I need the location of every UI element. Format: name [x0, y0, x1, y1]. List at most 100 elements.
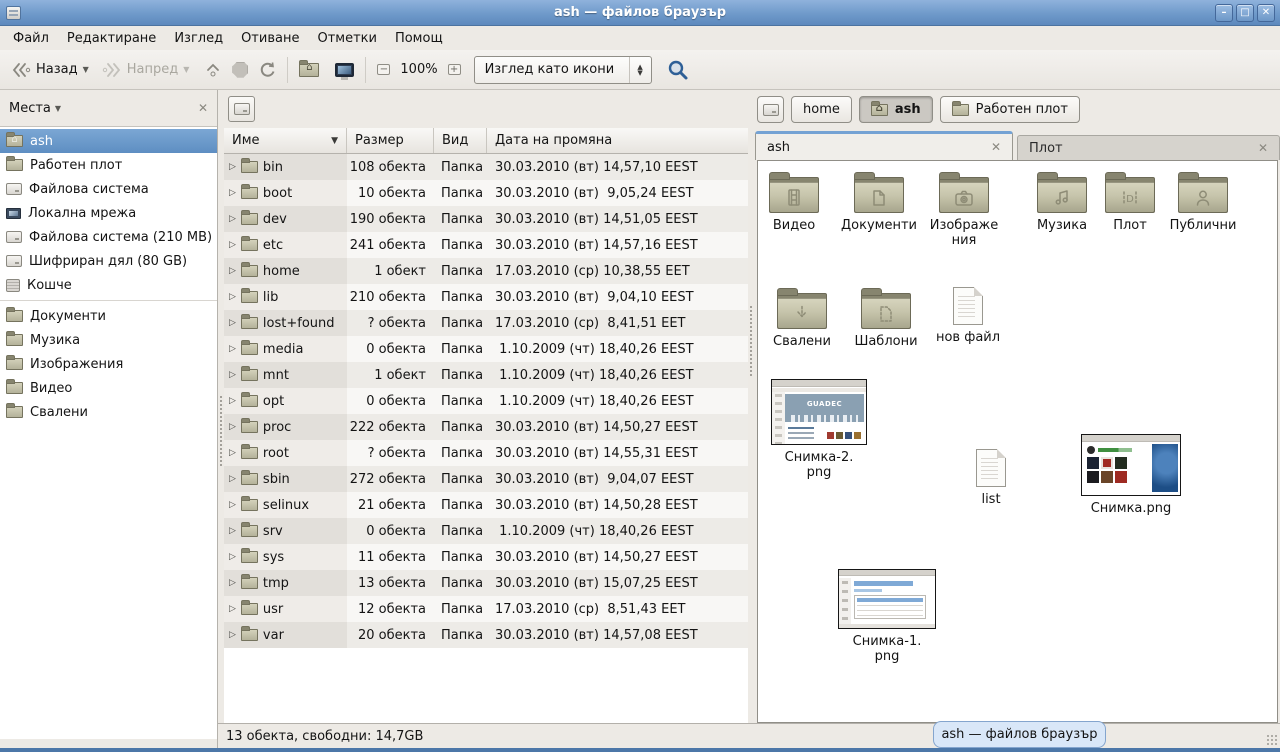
column-header-modified[interactable]: Дата на промяна — [487, 128, 748, 153]
tree-root-button[interactable] — [228, 96, 255, 122]
menu-file[interactable]: Файл — [4, 28, 58, 49]
expander-icon[interactable]: ▷ — [229, 474, 236, 484]
table-row[interactable]: ▷ opt 0 обекта Папка 1.10.2009 (чт) 18,4… — [224, 388, 748, 414]
icon-item-snimka-1[interactable]: Снимка-1.png — [836, 569, 938, 665]
sidebar-item-documents[interactable]: Документи — [0, 304, 217, 328]
icon-item-pictures[interactable]: Изображения — [926, 171, 1002, 249]
column-header-size[interactable]: Размер — [347, 128, 434, 153]
expander-icon[interactable]: ▷ — [229, 396, 236, 406]
close-icon[interactable]: ✕ — [1258, 141, 1268, 155]
icon-item-music[interactable]: Музика — [1030, 171, 1094, 233]
icon-item-desktop[interactable]: D Плот — [1102, 171, 1158, 233]
search-button[interactable] — [662, 55, 694, 85]
sidebar-title[interactable]: Места — [9, 101, 51, 116]
table-row[interactable]: ▷ media 0 обекта Папка 1.10.2009 (чт) 18… — [224, 336, 748, 362]
stop-button[interactable] — [227, 58, 253, 82]
back-button[interactable]: Назад — [6, 58, 83, 82]
table-row[interactable]: ▷ sys 11 обекта Папка 30.03.2010 (вт) 14… — [224, 544, 748, 570]
breadcrumb-home[interactable]: home — [791, 96, 852, 123]
sidebar-close-icon[interactable]: ✕ — [198, 101, 208, 115]
sidebar-item-music[interactable]: Музика — [0, 328, 217, 352]
icon-item-snimka-2[interactable]: GUADEC Снимка-2.png — [770, 379, 868, 481]
expander-icon[interactable]: ▷ — [229, 344, 236, 354]
tab-ash[interactable]: ash ✕ — [755, 131, 1013, 160]
table-row[interactable]: ▷ lib 210 обекта Папка 30.03.2010 (вт) 9… — [224, 284, 748, 310]
combo-spinner-icon[interactable]: ▲▼ — [629, 57, 651, 83]
forward-dropdown-icon[interactable]: ▼ — [183, 65, 189, 74]
sidebar-title-dropdown-icon[interactable]: ▼ — [55, 104, 61, 113]
table-row[interactable]: ▷ srv 0 обекта Папка 1.10.2009 (чт) 18,4… — [224, 518, 748, 544]
pane-splitter[interactable] — [748, 90, 755, 748]
column-header-type[interactable]: Вид — [434, 128, 487, 153]
icon-item-documents[interactable]: Документи — [838, 171, 920, 233]
table-row[interactable]: ▷ root ? обекта Папка 30.03.2010 (вт) 14… — [224, 440, 748, 466]
close-button[interactable]: ✕ — [1257, 4, 1275, 22]
sidebar-item-desktop[interactable]: Работен плот — [0, 153, 217, 177]
table-row[interactable]: ▷ sbin 272 обекта Папка 30.03.2010 (вт) … — [224, 466, 748, 492]
expander-icon[interactable]: ▷ — [229, 448, 236, 458]
sidebar-item-pictures[interactable]: Изображения — [0, 352, 217, 376]
sidebar-item-downloads[interactable]: Свалени — [0, 400, 217, 424]
breadcrumb-ash[interactable]: ⌂ ash — [859, 96, 933, 123]
table-row[interactable]: ▷ bin 108 обекта Папка 30.03.2010 (вт) 1… — [224, 154, 748, 180]
table-row[interactable]: ▷ home 1 обект Папка 17.03.2010 (ср) 10,… — [224, 258, 748, 284]
table-row[interactable]: ▷ lost+found ? обекта Папка 17.03.2010 (… — [224, 310, 748, 336]
forward-button[interactable]: Напред — [97, 58, 183, 82]
icon-item-downloads[interactable]: Свалени — [766, 287, 838, 349]
taskbar-window-button[interactable]: ash — файлов браузър — [933, 721, 1106, 748]
minimize-button[interactable]: – — [1215, 4, 1233, 22]
close-icon[interactable]: ✕ — [991, 140, 1001, 154]
zoom-in-button[interactable]: + — [443, 60, 466, 79]
menu-view[interactable]: Изглед — [165, 28, 232, 49]
icon-item-templates[interactable]: Шаблони — [848, 287, 924, 349]
sidebar-item-network[interactable]: Локална мрежа — [0, 201, 217, 225]
zoom-out-button[interactable]: − — [372, 60, 395, 79]
table-row[interactable]: ▷ proc 222 обекта Папка 30.03.2010 (вт) … — [224, 414, 748, 440]
expander-icon[interactable]: ▷ — [229, 578, 236, 588]
icon-item-new-file[interactable]: нов файл — [933, 287, 1003, 345]
expander-icon[interactable]: ▷ — [229, 500, 236, 510]
icon-item-snimka[interactable]: Снимка.png — [1080, 434, 1182, 516]
computer-button[interactable] — [330, 59, 359, 81]
maximize-button[interactable]: □ — [1236, 4, 1254, 22]
breadcrumb-desktop[interactable]: Работен плот — [940, 96, 1080, 123]
table-row[interactable]: ▷ selinux 21 обекта Папка 30.03.2010 (вт… — [224, 492, 748, 518]
home-button[interactable]: ⌂ — [294, 59, 324, 81]
expander-icon[interactable]: ▷ — [229, 526, 236, 536]
sidebar-item-trash[interactable]: Кошче — [0, 273, 217, 297]
expander-icon[interactable]: ▷ — [229, 422, 236, 432]
up-button[interactable] — [199, 57, 227, 83]
sidebar-item-encrypted-80gb[interactable]: Шифриран дял (80 GB) — [0, 249, 217, 273]
expander-icon[interactable]: ▷ — [229, 370, 236, 380]
menu-go[interactable]: Отиване — [232, 28, 308, 49]
table-row[interactable]: ▷ mnt 1 обект Папка 1.10.2009 (чт) 18,40… — [224, 362, 748, 388]
table-row[interactable]: ▷ tmp 13 обекта Папка 30.03.2010 (вт) 15… — [224, 570, 748, 596]
expander-icon[interactable]: ▷ — [229, 552, 236, 562]
table-row[interactable]: ▷ usr 12 обекта Папка 17.03.2010 (ср) 8,… — [224, 596, 748, 622]
expander-icon[interactable]: ▷ — [229, 604, 236, 614]
tab-plot[interactable]: Плот ✕ — [1017, 135, 1280, 160]
icon-item-videos[interactable]: Видео — [758, 171, 830, 233]
icon-item-list[interactable]: list — [958, 449, 1024, 507]
expander-icon[interactable]: ▷ — [229, 240, 236, 250]
table-row[interactable]: ▷ boot 10 обекта Папка 30.03.2010 (вт) 9… — [224, 180, 748, 206]
table-row[interactable]: ▷ dev 190 обекта Папка 30.03.2010 (вт) 1… — [224, 206, 748, 232]
expander-icon[interactable]: ▷ — [229, 630, 236, 640]
view-mode-select[interactable]: Изглед като икони ▲▼ — [474, 56, 652, 84]
reload-button[interactable] — [253, 57, 281, 83]
root-drive-button[interactable] — [757, 96, 784, 123]
back-dropdown-icon[interactable]: ▼ — [83, 65, 89, 74]
expander-icon[interactable]: ▷ — [229, 214, 236, 224]
icon-view[interactable]: Видео Документи Изображения Музика D Пло… — [757, 160, 1278, 723]
menu-help[interactable]: Помощ — [386, 28, 452, 49]
expander-icon[interactable]: ▷ — [229, 162, 236, 172]
expander-icon[interactable]: ▷ — [229, 292, 236, 302]
icon-item-public[interactable]: Публични — [1165, 171, 1241, 233]
column-header-name[interactable]: Име ▼ — [224, 128, 347, 153]
expander-icon[interactable]: ▷ — [229, 318, 236, 328]
menu-bookmarks[interactable]: Отметки — [308, 28, 385, 49]
expander-icon[interactable]: ▷ — [229, 188, 236, 198]
sidebar-item-filesystem-210mb[interactable]: Файлова система (210 MB) — [0, 225, 217, 249]
table-row[interactable]: ▷ etc 241 обекта Папка 30.03.2010 (вт) 1… — [224, 232, 748, 258]
titlebar[interactable]: ash — файлов браузър – □ ✕ — [0, 0, 1280, 26]
